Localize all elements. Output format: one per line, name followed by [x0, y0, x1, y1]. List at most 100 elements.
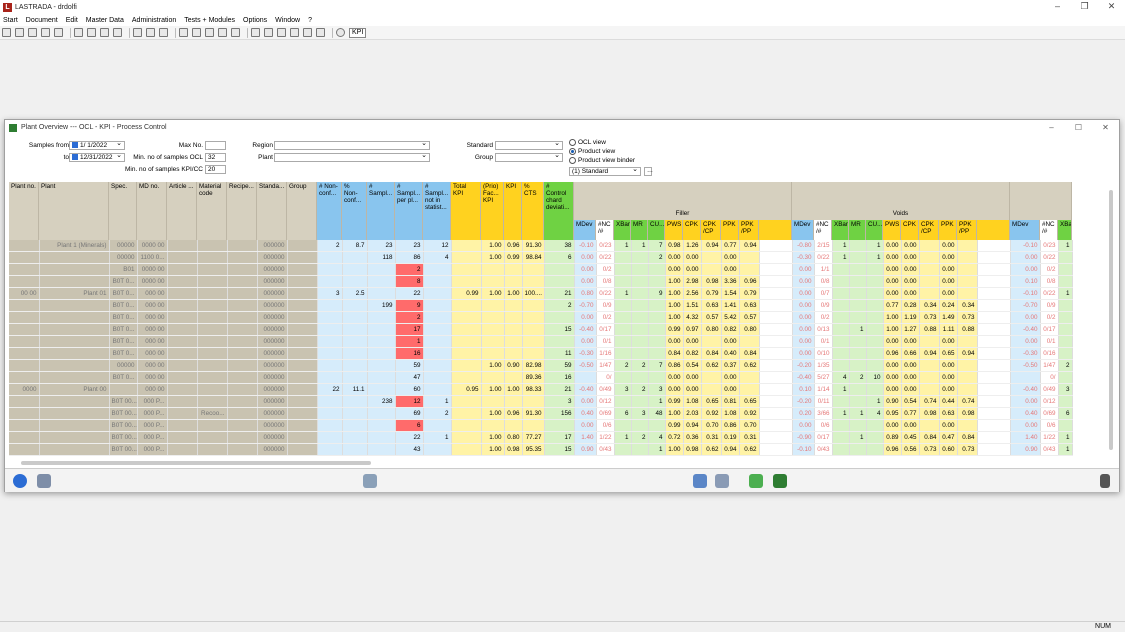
menu-start[interactable]: Start: [3, 17, 18, 24]
column-header[interactable]: (Prio) Fac... KPI: [481, 182, 504, 240]
delete-icon[interactable]: [231, 28, 240, 37]
sub-column-header[interactable]: XBar: [1058, 220, 1072, 240]
list-icon[interactable]: [277, 28, 286, 37]
column-header[interactable]: Plant: [39, 182, 109, 240]
region-select[interactable]: [274, 140, 430, 150]
table-row[interactable]: B0T 00... 000 P... 000000 6 0.00 0/6 0.99 0.94 0…: [9, 419, 1073, 433]
checkbox-icon[interactable]: [72, 142, 78, 149]
sub-column-header[interactable]: [759, 220, 792, 240]
binoculars-icon[interactable]: [363, 474, 377, 488]
menu-tests-modules[interactable]: Tests + Modules: [184, 17, 235, 24]
table-row[interactable]: Plant 1 (Minerals) 00000 0000 00 000000 2 8.7…: [9, 240, 1073, 253]
to-date[interactable]: 12/31/2022: [69, 152, 125, 162]
sub-column-header[interactable]: PPK /PP: [957, 220, 977, 240]
column-header[interactable]: # Sampl... per pl...: [395, 182, 423, 240]
next-record-icon[interactable]: [100, 28, 109, 37]
close-icon[interactable]: ✕: [1098, 0, 1125, 14]
sub-column-header[interactable]: XBar: [832, 220, 849, 240]
prev-record-icon[interactable]: [87, 28, 96, 37]
column-header[interactable]: Spec.: [109, 182, 137, 240]
column-header[interactable]: # Sampl... not in statist...: [423, 182, 451, 240]
table-row[interactable]: B0T 0... 000 00 000000 16 11 -0.30 1/16 0.84 0.8…: [9, 347, 1073, 361]
kpi-button[interactable]: KPI: [349, 27, 367, 38]
menu-edit[interactable]: Edit: [66, 17, 78, 24]
table-row[interactable]: B0T 00... 000 P... Recoo... 000000 69 2 1.00 0.…: [9, 407, 1073, 421]
column-header[interactable]: # Control chard deviati...: [544, 182, 574, 240]
restore-icon[interactable]: ❐: [1071, 0, 1098, 14]
list-icon[interactable]: [303, 28, 312, 37]
column-header[interactable]: KPI: [504, 182, 522, 240]
column-header[interactable]: Material code: [197, 182, 227, 240]
column-header[interactable]: MD no.: [137, 182, 167, 240]
table-row[interactable]: B0T 0... 000 00 000000 47 89.36 16 0/0.00 0.00 0…: [9, 371, 1073, 385]
table-row[interactable]: B0T 00... 000 P... 000000 43 1.00 0.98 95.35 15…: [9, 443, 1073, 457]
list-icon[interactable]: [251, 28, 260, 37]
sub-column-header[interactable]: MDev: [574, 220, 596, 240]
more-button[interactable]: …: [644, 167, 653, 176]
sub-column-header[interactable]: CU...: [866, 220, 883, 240]
sub-column-header[interactable]: MDev: [792, 220, 814, 240]
menu-document[interactable]: Document: [26, 17, 58, 24]
report-icon[interactable]: [693, 474, 707, 488]
sub-column-header[interactable]: #NC /#: [1040, 220, 1058, 240]
info-icon[interactable]: [336, 28, 345, 37]
menu-help[interactable]: ?: [308, 17, 312, 24]
child-minimize-icon[interactable]: –: [1038, 120, 1065, 135]
print-icon[interactable]: [37, 474, 51, 488]
column-header[interactable]: % Non-conf...: [342, 182, 367, 240]
table-row[interactable]: B0T 0... 000 00 000000 17 15 -0.40 0/17 0.99 0.9…: [9, 323, 1073, 337]
standard-view-select[interactable]: (1) Standard: [569, 166, 641, 176]
table-row[interactable]: B0T 00... 000 P... 000000 22 1 1.00 0.80 77.27 1…: [9, 431, 1073, 445]
product-view-binder-radio[interactable]: Product view binder: [569, 157, 635, 164]
list-icon[interactable]: [316, 28, 325, 37]
sub-column-header[interactable]: CPK: [683, 220, 701, 240]
sub-column-header[interactable]: PWS: [665, 220, 683, 240]
table-row[interactable]: 00000 000 00 000000 59 1.00 0.90 82.98 59 -0.50 1…: [9, 359, 1073, 373]
samples-from-date[interactable]: 1/ 1/2022: [69, 140, 125, 150]
sub-column-header[interactable]: #NC /#: [814, 220, 832, 240]
download-icon[interactable]: [773, 474, 787, 488]
child-maximize-icon[interactable]: ☐: [1065, 120, 1092, 135]
vertical-scrollbar[interactable]: [1109, 182, 1115, 458]
down-arrow-icon[interactable]: [192, 28, 201, 37]
scroll-thumb[interactable]: [21, 461, 371, 465]
cut-icon[interactable]: [133, 28, 142, 37]
maxno-input[interactable]: [205, 141, 226, 150]
refresh-icon[interactable]: [13, 474, 27, 488]
menu-window[interactable]: Window: [275, 17, 300, 24]
insert-icon[interactable]: [205, 28, 214, 37]
import-icon[interactable]: [749, 474, 763, 488]
column-header[interactable]: Recipe...: [227, 182, 257, 240]
table-row[interactable]: B0T 0... 000 00 000000 2 0.00 0/2 1.00 4.32 0.57…: [9, 311, 1073, 325]
exit-icon[interactable]: [1100, 474, 1110, 488]
menu-master-data[interactable]: Master Data: [86, 17, 124, 24]
sub-column-header[interactable]: CPK /CP: [701, 220, 721, 240]
new-icon[interactable]: [2, 28, 11, 37]
table-row[interactable]: 00000 1100 0... 000000 118 86 4 1.00 0.99 98.84 6…: [9, 251, 1073, 265]
table-row[interactable]: B01 0000 00 000000 2 0.00 0/2 0.00 0.00 0.00 0.00…: [9, 263, 1073, 277]
product-view-radio[interactable]: Product view: [569, 148, 615, 155]
sub-column-header[interactable]: CPK /CP: [919, 220, 939, 240]
min-ocl-input[interactable]: 32: [205, 153, 226, 162]
column-header[interactable]: Total KPI: [451, 182, 481, 240]
list-icon[interactable]: [290, 28, 299, 37]
print-icon[interactable]: [54, 28, 63, 37]
column-header[interactable]: Article ...: [167, 182, 197, 240]
save-icon[interactable]: [28, 28, 37, 37]
refresh-icon[interactable]: [218, 28, 227, 37]
first-record-icon[interactable]: [74, 28, 83, 37]
min-kpi-input[interactable]: 20: [205, 165, 226, 174]
scroll-thumb[interactable]: [1109, 190, 1113, 450]
sub-column-header[interactable]: MDev: [1010, 220, 1040, 240]
column-header[interactable]: # Non-conf...: [317, 182, 342, 240]
menu-options[interactable]: Options: [243, 17, 267, 24]
table-row[interactable]: B0T 0... 0000 00 000000 8 0.00 0/8 1.00 2.98 0.9…: [9, 275, 1073, 289]
sub-column-header[interactable]: [977, 220, 1010, 240]
sub-column-header[interactable]: CPK: [901, 220, 919, 240]
minimize-icon[interactable]: –: [1044, 0, 1071, 14]
sub-column-header[interactable]: MR: [631, 220, 648, 240]
up-arrow-icon[interactable]: [179, 28, 188, 37]
table-row[interactable]: 0000 Plant 00 000 00 000000 22 11.1 60 0.95 1.00…: [9, 383, 1073, 397]
sub-column-header[interactable]: PPK: [721, 220, 739, 240]
sub-column-header[interactable]: XBar: [614, 220, 631, 240]
